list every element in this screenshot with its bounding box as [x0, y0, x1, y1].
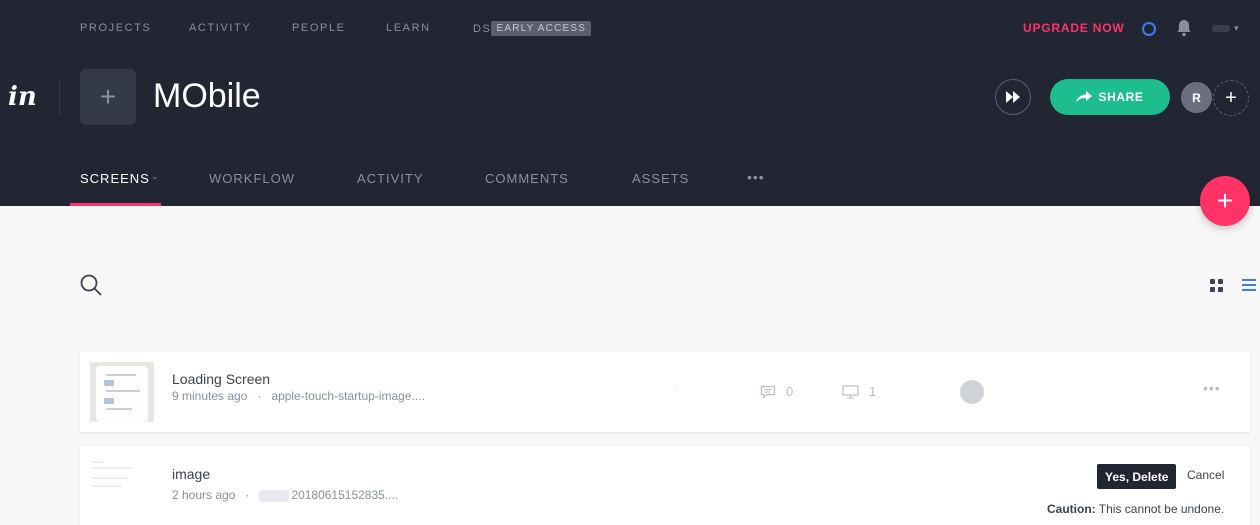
screen-filename: apple-touch-startup-image....: [271, 389, 425, 403]
project-title[interactable]: MObile: [153, 77, 261, 116]
project-thumbnail-button[interactable]: +: [80, 69, 136, 125]
status-ring-icon[interactable]: [1142, 22, 1156, 36]
divider: [676, 388, 677, 389]
nav-learn[interactable]: LEARN: [386, 22, 431, 34]
screen-time: 2 hours ago: [172, 488, 236, 502]
nav-ds[interactable]: DS EARLY ACCESS: [473, 21, 592, 36]
cancel-delete-button[interactable]: Cancel: [1187, 468, 1224, 482]
device-count-value: 1: [869, 384, 877, 399]
redacted-text: [259, 489, 290, 502]
project-header: PROJECTS ACTIVITY PEOPLE LEARN DS EARLY …: [0, 0, 1260, 206]
list-view-icon[interactable]: [1242, 279, 1256, 291]
plus-icon: +: [1216, 185, 1234, 216]
share-label: SHARE: [1098, 90, 1144, 104]
tab-activity[interactable]: ACTIVITY: [357, 171, 424, 186]
comment-icon: [760, 385, 776, 399]
screen-time: 9 minutes ago: [172, 389, 248, 403]
search-icon[interactable]: [80, 274, 102, 296]
screen-meta: 2 hours ago · 20180615152835....: [172, 488, 399, 502]
invision-logo[interactable]: in: [8, 82, 37, 112]
caution-text: This cannot be undone.: [1098, 502, 1225, 516]
comments-count-value: 0: [786, 384, 794, 399]
row-more-button[interactable]: •••: [1203, 380, 1221, 396]
screen-filename: 20180615152835....: [291, 488, 399, 502]
nav-projects[interactable]: PROJECTS: [80, 22, 151, 34]
plus-icon: +: [1225, 86, 1237, 109]
monitor-icon: [842, 384, 859, 398]
screen-meta: 9 minutes ago · apple-touch-startup-image.…: [172, 389, 425, 403]
screen-row[interactable]: image 2 hours ago · 20180615152835.... Yes…: [80, 447, 1250, 525]
play-icon: [1006, 91, 1020, 103]
early-access-badge: EARLY ACCESS: [491, 21, 592, 36]
screen-name[interactable]: image: [172, 466, 210, 482]
confirm-delete-button[interactable]: Yes, Delete: [1097, 464, 1177, 489]
tab-comments[interactable]: COMMENTS: [485, 171, 569, 186]
add-collaborator-button[interactable]: +: [1213, 80, 1249, 116]
account-menu[interactable]: ▾: [1212, 23, 1240, 33]
device-count[interactable]: 1: [842, 384, 876, 399]
tab-assets[interactable]: ASSETS: [632, 171, 689, 186]
assignee-avatar[interactable]: [960, 380, 984, 404]
divider: [59, 78, 60, 116]
chevron-down-icon[interactable]: ⌄: [151, 171, 159, 182]
active-tab-indicator: [70, 203, 161, 206]
upgrade-now-link[interactable]: UPGRADE NOW: [1023, 21, 1124, 35]
nav-people[interactable]: PEOPLE: [292, 22, 346, 34]
bell-icon[interactable]: [1176, 19, 1192, 37]
screen-thumbnail[interactable]: [90, 362, 154, 422]
tab-more-button[interactable]: •••: [747, 169, 765, 185]
share-arrow-icon: [1076, 91, 1093, 103]
plus-icon: +: [99, 81, 117, 112]
nav-activity[interactable]: ACTIVITY: [189, 22, 251, 34]
screen-thumbnail[interactable]: [90, 457, 154, 517]
tab-screens[interactable]: SCREENS: [80, 171, 150, 186]
caution-label: Caution:: [1047, 502, 1096, 516]
collaborator-avatar[interactable]: R: [1179, 80, 1214, 115]
tab-workflow[interactable]: WORKFLOW: [209, 171, 295, 186]
screen-name[interactable]: Loading Screen: [172, 371, 270, 387]
screen-row[interactable]: Loading Screen 9 minutes ago · apple-touch…: [80, 352, 1250, 432]
delete-caution: Caution: This cannot be undone.: [1047, 502, 1224, 516]
nav-ds-label: DS: [473, 22, 492, 35]
grid-view-icon[interactable]: [1210, 279, 1223, 292]
account-avatar: [1212, 25, 1230, 32]
preview-button[interactable]: [995, 79, 1031, 115]
add-screen-button[interactable]: +: [1200, 176, 1250, 226]
share-button[interactable]: SHARE: [1050, 79, 1170, 115]
comments-count[interactable]: 0: [760, 384, 793, 399]
chevron-down-icon: ▾: [1234, 23, 1239, 33]
